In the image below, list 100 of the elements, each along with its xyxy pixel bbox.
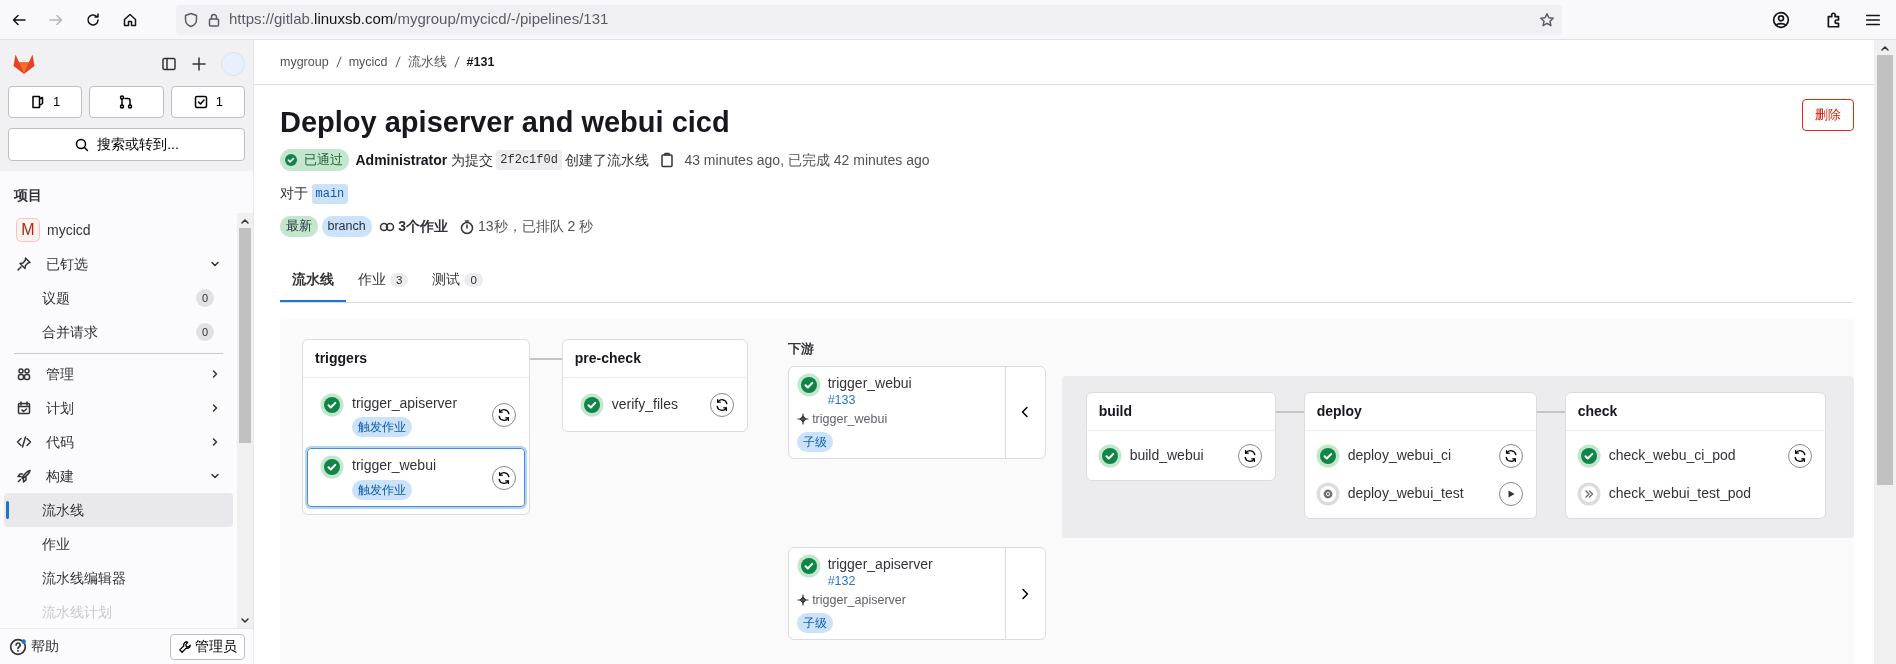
scrollbar[interactable] [237, 213, 253, 629]
retry-icon [496, 470, 511, 485]
sidebar-item[interactable]: 流水线编辑器 [4, 561, 233, 595]
play-icon [1505, 488, 1516, 499]
tab[interactable]: 作业 3 [346, 259, 421, 303]
pipeline-tag: branch [321, 216, 372, 238]
count-badge: 0 [196, 323, 214, 341]
star-icon[interactable] [1539, 11, 1555, 28]
job-name: trigger_webui [352, 456, 437, 476]
breadcrumb-separator-icon [394, 56, 401, 68]
retry-icon [1242, 448, 1257, 463]
admin-button[interactable]: 管理员 [169, 633, 245, 660]
plus-icon[interactable] [191, 56, 207, 72]
source-job: trigger_apiserver [812, 592, 906, 610]
retry-icon [1503, 448, 1518, 463]
wrench-icon [177, 639, 192, 654]
jobs-count: 3个作业 [398, 217, 449, 237]
merge-requests-button[interactable] [89, 86, 164, 118]
play-button[interactable] [1498, 481, 1523, 506]
job-item[interactable]: trigger_webui 触发作业 [307, 448, 525, 507]
sidebar-item[interactable]: 构建 [4, 459, 233, 493]
job-item[interactable]: check_webui_test_pod [1569, 476, 1821, 511]
sidebar-item[interactable]: 议题 0 [4, 281, 233, 315]
job-tag: 触发作业 [352, 417, 412, 438]
count-badge: 3 [390, 273, 409, 288]
pipeline-name[interactable]: trigger_webui [827, 372, 912, 394]
author-link[interactable]: Administrator [355, 149, 448, 171]
copy-icon[interactable] [659, 152, 674, 169]
retry-button[interactable] [491, 403, 516, 428]
job-item[interactable]: trigger_apiserver 触发作业 [307, 385, 525, 445]
timer-icon [458, 218, 475, 235]
account-icon[interactable] [1772, 10, 1790, 29]
pipeline-name[interactable]: trigger_apiserver [827, 554, 933, 576]
stage-title: check [1565, 393, 1825, 432]
retry-button[interactable] [491, 465, 516, 490]
job-name: verify_files [611, 395, 678, 415]
issues-button[interactable]: 1 [8, 86, 83, 118]
scroll-up-icon [240, 216, 250, 225]
pipeline-tag: 子级 [796, 613, 833, 634]
commit-sha[interactable]: 2f2c1f0d [496, 150, 562, 171]
retry-button[interactable] [1498, 443, 1523, 468]
breadcrumb-separator-icon [335, 56, 342, 68]
sidebar-item[interactable]: 已钉选 [4, 247, 233, 281]
job-item[interactable]: verify_files [566, 385, 743, 424]
stage-title: pre-check [562, 340, 747, 379]
help-button[interactable]: 帮助 [8, 635, 60, 659]
url-field[interactable]: https://gitlab.linuxsb.com/mygroup/mycicd/-/pipelines/131 [176, 4, 1562, 35]
sidebar-item[interactable]: 流水线 [4, 493, 233, 527]
fox-logo-icon[interactable] [11, 53, 36, 75]
job-item[interactable]: deploy_webui_test [1308, 476, 1532, 511]
tab[interactable]: 测试 0 [420, 259, 495, 303]
home-icon[interactable] [121, 11, 138, 28]
breadcrumb-link[interactable]: mygroup [280, 52, 329, 72]
sparkle-icon [796, 594, 809, 607]
calendar-icon [16, 400, 32, 416]
retry-button[interactable] [1237, 443, 1262, 468]
todos-button[interactable]: 1 [170, 86, 245, 118]
pipeline-tag: 子级 [796, 432, 833, 453]
job-item[interactable]: deploy_webui_ci [1308, 438, 1532, 473]
breadcrumb-link[interactable]: 流水线 [407, 52, 447, 72]
breadcrumb-link[interactable]: mycicd [348, 52, 388, 72]
pipeline-id[interactable]: #132 [827, 575, 933, 588]
link-icon [378, 220, 395, 233]
breadcrumb-separator-icon [453, 56, 460, 68]
branch-link[interactable]: main [311, 183, 349, 204]
source-job: trigger_webui [812, 410, 888, 428]
tab[interactable]: 流水线 [280, 259, 346, 303]
breadcrumb-current[interactable]: #131 [466, 52, 495, 72]
pipeline-id[interactable]: #133 [827, 393, 912, 407]
pipeline-title: Deploy apiserver and webui cicd [280, 105, 730, 140]
sidebar-item[interactable]: 计划 [4, 391, 233, 425]
ref-label: 对于 [280, 184, 308, 204]
job-name: deploy_webui_ci [1347, 446, 1453, 466]
code-icon [16, 434, 32, 450]
users-icon [16, 366, 32, 382]
job-item[interactable]: check_webu_ci_pod [1569, 438, 1821, 473]
sidebar-toggle-icon[interactable] [161, 56, 177, 72]
scroll-up-icon [1880, 43, 1890, 52]
reload-icon[interactable] [84, 11, 101, 28]
pin-icon [16, 256, 32, 272]
stage-title: deploy [1304, 393, 1536, 432]
sidebar-item[interactable]: 合并请求 0 [4, 315, 233, 349]
pipeline-tag: 最新 [280, 216, 318, 238]
status-badge: 已通过 [280, 149, 349, 172]
search-field[interactable]: 搜索或转到... [8, 128, 245, 161]
project-link[interactable]: M mycicd [4, 213, 233, 247]
retry-button[interactable] [709, 392, 734, 417]
retry-button[interactable] [1787, 443, 1812, 468]
section-title: 项目 [12, 186, 43, 205]
retry-icon [496, 408, 511, 423]
scrollbar[interactable] [1874, 40, 1896, 664]
delete-button[interactable]: 删除 [1802, 99, 1854, 131]
stage-title: triggers [303, 340, 529, 379]
sidebar-item[interactable]: 代码 [4, 425, 233, 459]
search-icon [74, 136, 91, 153]
job-item[interactable]: build_webui [1090, 438, 1271, 473]
sidebar-item[interactable]: 作业 [4, 527, 233, 561]
todo-checkbox-icon [192, 94, 209, 110]
job-name: check_webu_ci_pod [1608, 446, 1737, 466]
sidebar-item[interactable]: 管理 [4, 357, 233, 391]
